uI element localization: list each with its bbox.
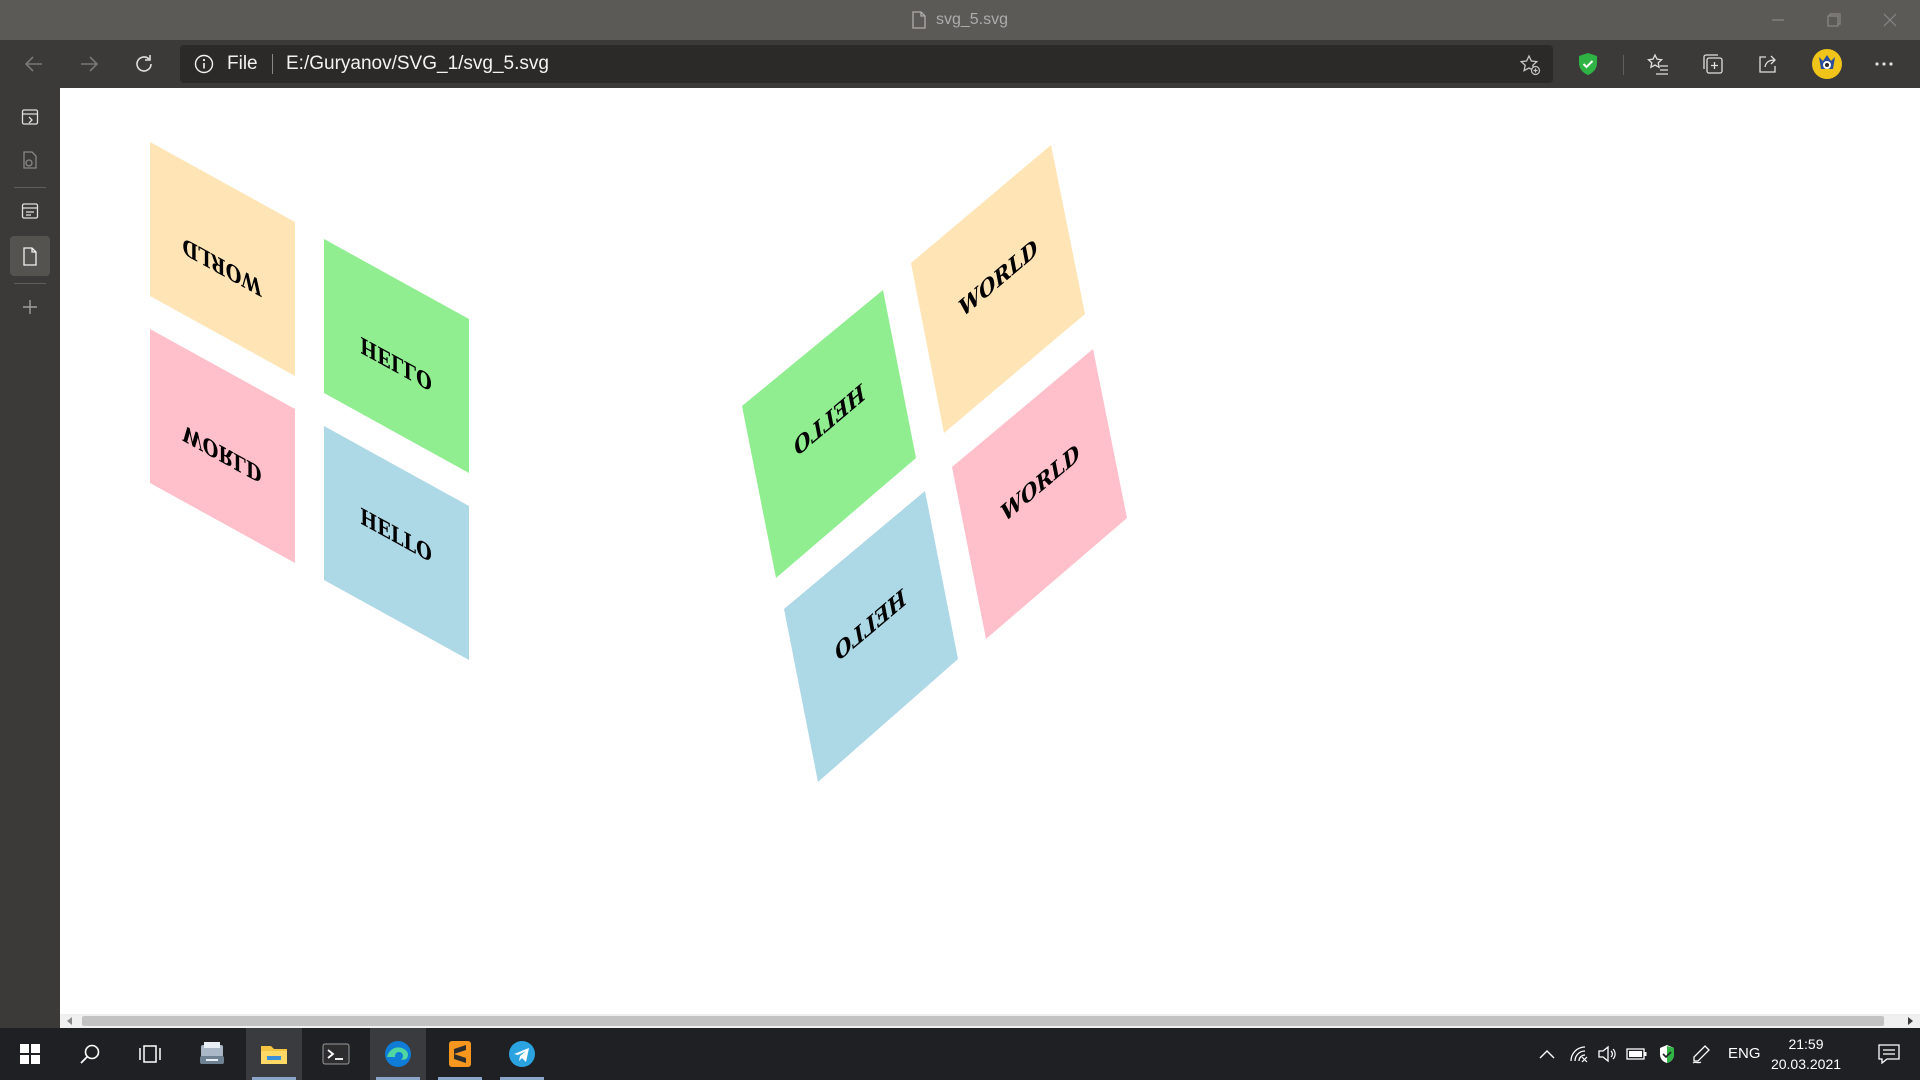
clock-time: 21:59 — [1788, 1036, 1824, 1052]
horizontal-scrollbar[interactable] — [60, 1014, 1920, 1028]
profile-button[interactable] — [1807, 44, 1847, 84]
tab-actions-icon — [21, 109, 39, 125]
collections-icon — [1703, 54, 1723, 74]
scroll-left-icon[interactable] — [66, 1017, 74, 1025]
terminal-icon — [322, 1043, 350, 1065]
share-icon — [1759, 55, 1776, 73]
title-bar: svg_5.svg — [0, 0, 1920, 40]
left-card-group: WORLD HELLO WORLD HELLO — [150, 142, 469, 660]
url-input[interactable] — [286, 45, 1186, 83]
toolbar-divider — [1623, 55, 1624, 75]
battery-icon — [1626, 1048, 1647, 1060]
ellipsis-icon — [1875, 62, 1893, 66]
sidebar-divider — [14, 187, 46, 188]
address-bar[interactable]: File — [180, 45, 1553, 83]
chevron-up-icon — [1539, 1050, 1555, 1059]
avatar — [1812, 49, 1842, 79]
file-explorer-icon — [261, 1046, 287, 1064]
window-icon — [21, 203, 39, 219]
start-icon — [20, 1044, 40, 1064]
right-card-group: WORLD HELLO WORLD HELLO — [742, 145, 1127, 782]
taskbar: ENG 21:59 20.03.2021 — [0, 1028, 1920, 1080]
share-button[interactable] — [1748, 44, 1788, 84]
close-icon — [1883, 13, 1897, 27]
search-button[interactable] — [62, 1028, 118, 1080]
task-view-button[interactable] — [122, 1028, 178, 1080]
refresh-button[interactable] — [124, 44, 164, 84]
battery-tray-button[interactable] — [1624, 1028, 1650, 1080]
arrow-right-icon — [81, 56, 99, 72]
vertical-tabs-sidebar — [0, 88, 60, 1028]
restore-icon — [1827, 13, 1841, 27]
sublime-text-icon — [449, 1041, 471, 1067]
sidebar-divider — [14, 283, 46, 284]
start-button[interactable] — [2, 1028, 58, 1080]
taskbar-app-terminal[interactable] — [308, 1028, 364, 1080]
favorites-list-icon — [1647, 53, 1668, 75]
input-language[interactable]: ENG — [1728, 1028, 1761, 1080]
document-icon — [23, 246, 37, 266]
security-tray-button[interactable] — [1654, 1028, 1680, 1080]
card-hello-blue: HELLO — [324, 426, 469, 660]
close-button[interactable] — [1862, 0, 1918, 40]
wifi-icon — [1570, 1046, 1588, 1063]
tab-item-2[interactable] — [10, 191, 50, 231]
system-clock[interactable]: 21:59 20.03.2021 — [1770, 1034, 1842, 1074]
new-tab-button[interactable] — [10, 287, 50, 327]
tab-actions-button[interactable] — [10, 97, 50, 137]
taskbar-app-scanner[interactable] — [184, 1028, 240, 1080]
more-options-button[interactable] — [1864, 44, 1904, 84]
plus-icon — [23, 300, 37, 314]
taskbar-app-telegram[interactable] — [494, 1028, 550, 1080]
svg-canvas: WORLD HELLO WORLD HELLO WORLD HELLO WORL… — [150, 142, 1127, 782]
window-title: svg_5.svg — [935, 11, 1009, 28]
pen-icon — [1692, 1045, 1710, 1064]
document-icon — [912, 11, 926, 29]
extension-shield-button[interactable] — [1568, 44, 1608, 84]
shield-icon — [1579, 53, 1597, 75]
notification-icon — [1878, 1044, 1900, 1064]
volume-tray-button[interactable] — [1594, 1028, 1620, 1080]
add-favorite-icon[interactable] — [1519, 54, 1541, 81]
scroll-right-icon[interactable] — [1906, 1017, 1914, 1025]
minimize-icon — [1772, 19, 1784, 21]
pen-tray-button[interactable] — [1688, 1028, 1714, 1080]
taskbar-app-edge[interactable] — [370, 1028, 426, 1080]
taskbar-app-explorer[interactable] — [246, 1028, 302, 1080]
minimize-button[interactable] — [1750, 0, 1806, 40]
restore-button[interactable] — [1806, 0, 1862, 40]
protocol-label[interactable]: File — [227, 53, 258, 75]
search-icon — [80, 1044, 100, 1064]
back-button[interactable] — [14, 44, 54, 84]
card-hello-green: HELLO — [324, 239, 469, 473]
address-divider — [272, 54, 273, 74]
edge-icon — [385, 1041, 411, 1067]
window-title-area: svg_5.svg — [0, 0, 1920, 40]
favorites-button[interactable] — [1638, 44, 1678, 84]
telegram-icon — [509, 1041, 535, 1067]
scanner-app-icon — [200, 1042, 224, 1064]
network-tray-button[interactable] — [1566, 1028, 1592, 1080]
scrollbar-thumb[interactable] — [82, 1016, 1884, 1026]
forward-button[interactable] — [69, 44, 109, 84]
collections-button[interactable] — [1693, 44, 1733, 84]
info-icon[interactable] — [194, 54, 214, 79]
browser-toolbar: File — [0, 40, 1920, 88]
task-view-icon — [139, 1045, 161, 1063]
arrow-left-icon — [24, 56, 42, 72]
page-content: WORLD HELLO WORLD HELLO WORLD HELLO WORL… — [60, 88, 1920, 1014]
tab-item-1[interactable] — [10, 140, 50, 180]
notifications-button[interactable] — [1864, 1028, 1914, 1080]
clock-date: 20.03.2021 — [1770, 1056, 1842, 1072]
document-settings-icon — [23, 151, 37, 169]
card-world-peach: WORLD — [150, 142, 295, 376]
shield-check-icon — [1660, 1045, 1674, 1063]
show-hidden-icons-button[interactable] — [1534, 1028, 1560, 1080]
card-world-pink: WORLD — [150, 329, 295, 563]
taskbar-app-sublime[interactable] — [432, 1028, 488, 1080]
speaker-icon — [1598, 1045, 1616, 1063]
refresh-icon — [136, 55, 152, 72]
tab-item-current[interactable] — [10, 236, 50, 276]
